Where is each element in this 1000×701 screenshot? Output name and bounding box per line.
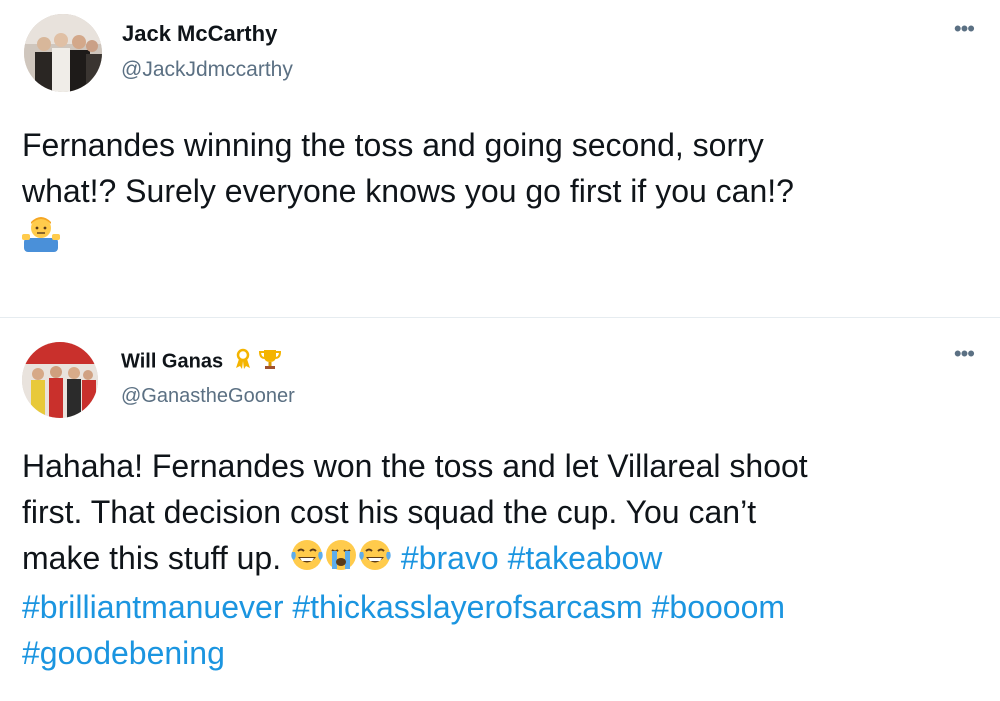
more-horizontal-icon[interactable]: ••• [954,343,975,365]
hashtag-link[interactable]: #brilliantmanuever [22,589,283,625]
profile-badges [233,348,283,376]
avatar-photo [24,14,102,92]
display-name[interactable]: Will Ganas [121,348,282,376]
hashtag-link[interactable]: #bravo [401,540,499,576]
user-handle[interactable]: @JackJdmccarthy [121,58,293,82]
trophy-icon [259,350,282,369]
tweet-text-line: Fernandes winning the toss and going sec… [22,127,764,163]
ribbon-icon [235,348,250,369]
tweet-card[interactable]: Will Ganas @GanastheGooner ••• Hahaha! F… [0,319,1000,701]
tweet-text-line: what!? Surely everyone knows you go firs… [22,173,794,209]
tweet-text-line: first. That decision cost his squad the … [22,494,757,530]
loudly-crying-face-icon [324,538,358,584]
user-handle[interactable]: @GanastheGooner [121,385,295,408]
man-shrugging-emoji-icon [22,214,60,266]
tweet-text: Hahaha! Fernandes won the toss and let V… [22,443,982,676]
hashtag-link[interactable]: #goodebening [22,635,225,671]
hashtag-link[interactable]: #takeabow [508,540,663,576]
hashtag-link[interactable]: #boooom [652,589,785,625]
display-name[interactable]: Jack McCarthy [122,21,277,47]
face-with-tears-of-joy-icon [290,538,324,584]
tweet-card[interactable]: Jack McCarthy @JackJdmccarthy ••• Fernan… [0,0,1000,318]
face-with-tears-of-joy-icon [358,538,392,584]
hashtag-link[interactable]: #thickasslayerofsarcasm [292,589,642,625]
tweet-text: Fernandes winning the toss and going sec… [22,122,972,266]
avatar-photo [22,342,98,418]
more-horizontal-icon[interactable]: ••• [954,18,975,40]
tweet-text-line: make this stuff up. [22,540,282,576]
divider [0,317,1000,318]
display-name-text: Will Ganas [121,350,224,373]
tweet-text-line: Hahaha! Fernandes won the toss and let V… [22,448,808,484]
avatar[interactable] [24,14,102,92]
avatar[interactable] [22,342,98,418]
